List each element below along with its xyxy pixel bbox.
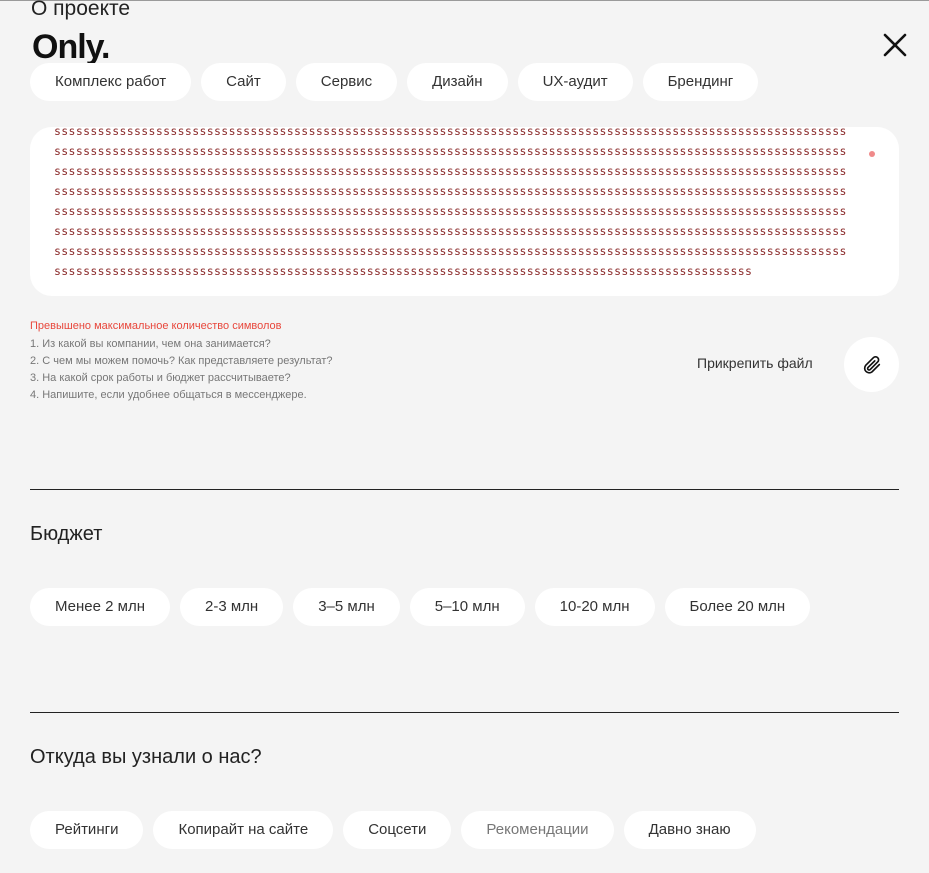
project-description-textarea[interactable]: ssssssssssssssssssssssssssssssssssssssss… bbox=[30, 127, 899, 296]
chip-source-ratings[interactable]: Рейтинги bbox=[30, 811, 144, 849]
attach-file-button[interactable] bbox=[844, 337, 899, 392]
budget-title: Бюджет bbox=[30, 523, 103, 545]
close-icon bbox=[883, 33, 907, 57]
chip-budget-5-10[interactable]: 5–10 млн bbox=[409, 588, 525, 626]
chip-branding[interactable]: Брендинг bbox=[642, 63, 759, 101]
error-message: Превышено максимальное количество символ… bbox=[30, 320, 282, 332]
chip-source-social[interactable]: Соцсети bbox=[343, 811, 452, 849]
chip-source-recommendations[interactable]: Рекомендации bbox=[461, 811, 614, 849]
chip-service[interactable]: Сервис bbox=[295, 63, 398, 101]
chip-budget-10-20[interactable]: 10-20 млн bbox=[534, 588, 655, 626]
chip-budget-under-2[interactable]: Менее 2 млн bbox=[30, 588, 170, 626]
attach-file-label[interactable]: Прикрепить файл bbox=[697, 355, 813, 371]
project-type-chips: Комплекс работ Сайт Сервис Дизайн UX-ауд… bbox=[30, 63, 759, 101]
logo: Only. bbox=[32, 28, 110, 66]
section-title-about: О проекте bbox=[31, 0, 131, 20]
close-button[interactable] bbox=[880, 30, 910, 60]
description-value: ssssssssssssssssssssssssssssssssssssssss… bbox=[54, 127, 847, 278]
required-indicator bbox=[869, 151, 875, 157]
budget-chips: Менее 2 млн 2-3 млн 3–5 млн 5–10 млн 10-… bbox=[30, 588, 811, 626]
chip-ux-audit[interactable]: UX-аудит bbox=[517, 63, 633, 101]
source-chips: Рейтинги Копирайт на сайте Соцсети Реком… bbox=[30, 811, 756, 849]
hint-item: 3. На какой срок работы и бюджет рассчит… bbox=[30, 372, 291, 384]
chip-budget-2-3[interactable]: 2-3 млн bbox=[180, 588, 284, 626]
description-hints: 1. Из какой вы компании, чем она занимае… bbox=[30, 336, 333, 404]
divider bbox=[30, 712, 899, 713]
hint-item: 4. Напишите, если удобнее общаться в мес… bbox=[30, 389, 307, 401]
chip-source-copyright[interactable]: Копирайт на сайте bbox=[153, 811, 334, 849]
hint-item: 2. С чем мы можем помочь? Как представля… bbox=[30, 355, 333, 367]
chip-budget-3-5[interactable]: 3–5 млн bbox=[293, 588, 400, 626]
source-title: Откуда вы узнали о нас? bbox=[30, 746, 262, 768]
paperclip-icon bbox=[863, 355, 880, 374]
hint-item: 1. Из какой вы компании, чем она занимае… bbox=[30, 338, 271, 350]
chip-complex[interactable]: Комплекс работ bbox=[30, 63, 192, 101]
chip-site[interactable]: Сайт bbox=[201, 63, 286, 101]
chip-source-long-known[interactable]: Давно знаю bbox=[623, 811, 756, 849]
chip-design[interactable]: Дизайн bbox=[407, 63, 508, 101]
top-border bbox=[0, 0, 929, 1]
divider bbox=[30, 489, 899, 490]
chip-budget-over-20[interactable]: Более 20 млн bbox=[664, 588, 811, 626]
